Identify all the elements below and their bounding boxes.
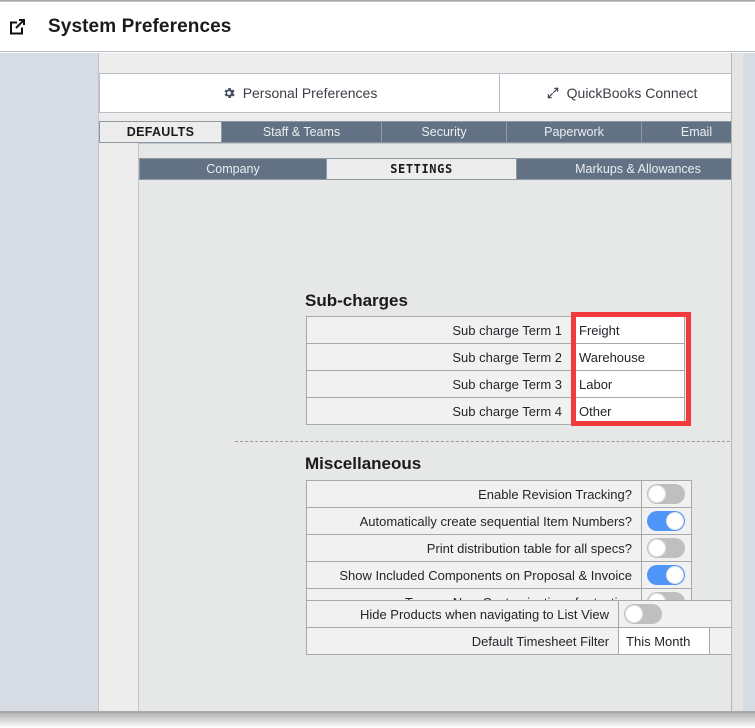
sub-charge-term-2-input[interactable]: Warehouse: [571, 343, 685, 371]
miscellaneous-heading: Miscellaneous: [305, 454, 422, 473]
sequential-item-numbers-toggle[interactable]: [647, 511, 685, 531]
sequential-item-numbers-cell: [641, 507, 692, 535]
subtab-company[interactable]: Company: [139, 158, 326, 180]
gear-icon: [222, 86, 236, 100]
tab-email[interactable]: Email: [641, 121, 743, 143]
tab-security[interactable]: Security: [381, 121, 506, 143]
sub-tab-row: Company SETTINGS Markups & Allowances: [139, 158, 743, 180]
expand-diagonal-icon: [546, 86, 560, 100]
hide-products-toggle[interactable]: [624, 604, 663, 624]
primary-tab-row: DEFAULTS Staff & Teams Security Paperwor…: [99, 121, 743, 143]
default-timesheet-filter-label: Default Timesheet Filter: [305, 627, 620, 655]
personal-preferences-button[interactable]: Personal Preferences: [99, 73, 500, 113]
system-preferences-window: System Preferences Personal Preferences: [0, 0, 755, 728]
sub-charges-heading: Sub-charges: [305, 291, 408, 310]
toggle-knob: [666, 566, 684, 584]
toggle-knob: [625, 605, 644, 623]
show-included-components-toggle[interactable]: [647, 565, 685, 585]
settings-panel: Company SETTINGS Markups & Allowances Su…: [138, 143, 743, 713]
print-distribution-table-label: Print distribution table for all specs?: [306, 534, 642, 562]
table-row: Print distribution table for all specs?: [306, 534, 692, 562]
miscellaneous-table: Enable Revision Tracking? Automatically …: [306, 480, 692, 616]
sequential-item-numbers-label: Automatically create sequential Item Num…: [306, 507, 642, 535]
table-row: Show Included Components on Proposal & I…: [306, 561, 692, 589]
table-row: Enable Revision Tracking?: [306, 480, 692, 508]
subtab-markups-and-allowances[interactable]: Markups & Allowances: [516, 158, 743, 180]
personal-preferences-label: Personal Preferences: [242, 85, 378, 101]
header-bar: System Preferences: [0, 2, 755, 52]
sub-charge-term-1-label: Sub charge Term 1: [306, 316, 572, 344]
tab-paperwork[interactable]: Paperwork: [506, 121, 641, 143]
table-row: Automatically create sequential Item Num…: [306, 507, 692, 535]
tab-defaults-label: DEFAULTS: [126, 125, 195, 139]
table-row: Hide Products when navigating to List Vi…: [305, 600, 743, 628]
quickbooks-connect-label: QuickBooks Connect: [566, 85, 698, 101]
print-distribution-table-toggle[interactable]: [647, 538, 685, 558]
page-title: System Preferences: [48, 15, 232, 37]
table-row: Sub charge Term 2 Warehouse: [306, 343, 685, 371]
default-timesheet-filter-value[interactable]: This Month: [618, 627, 710, 655]
tab-paperwork-label: Paperwork: [544, 125, 604, 139]
body-area: Personal Preferences QuickBooks Connect …: [0, 53, 755, 713]
enable-revision-tracking-toggle[interactable]: [647, 484, 685, 504]
sub-charge-term-3-input[interactable]: Labor: [571, 370, 685, 398]
show-included-components-cell: [641, 561, 692, 589]
subtab-settings-label: SETTINGS: [390, 162, 453, 176]
table-row: Sub charge Term 3 Labor: [306, 370, 685, 398]
print-distribution-table-cell: [641, 534, 692, 562]
tab-defaults[interactable]: DEFAULTS: [99, 121, 221, 143]
enable-revision-tracking-cell: [641, 480, 692, 508]
right-scroll-edge[interactable]: [731, 53, 743, 713]
sub-charge-term-4-label: Sub charge Term 4: [306, 397, 572, 425]
tab-security-label: Security: [421, 125, 467, 139]
sub-charge-term-1-input[interactable]: Freight: [571, 316, 685, 344]
subtab-company-label: Company: [206, 162, 260, 176]
content-pane: Personal Preferences QuickBooks Connect …: [98, 53, 743, 713]
table-row: Sub charge Term 1 Freight: [306, 316, 685, 344]
external-link-icon[interactable]: [6, 16, 28, 38]
hide-products-cell: [618, 600, 743, 628]
subtab-markups-and-allowances-label: Markups & Allowances: [575, 162, 701, 176]
toggle-knob: [648, 485, 666, 503]
show-included-components-label: Show Included Components on Proposal & I…: [306, 561, 642, 589]
toggle-knob: [648, 539, 666, 557]
tab-staff-and-teams[interactable]: Staff & Teams: [221, 121, 381, 143]
table-row: Sub charge Term 4 Other: [306, 397, 685, 425]
top-action-buttons: Personal Preferences QuickBooks Connect: [99, 73, 743, 113]
hide-products-label: Hide Products when navigating to List Vi…: [305, 600, 620, 628]
sub-charge-term-3-label: Sub charge Term 3: [306, 370, 572, 398]
enable-revision-tracking-label: Enable Revision Tracking?: [306, 480, 642, 508]
bottom-settings-table: Hide Products when navigating to List Vi…: [305, 600, 743, 655]
sub-charges-table: Sub charge Term 1 Freight Sub charge Ter…: [306, 316, 685, 425]
tab-staff-and-teams-label: Staff & Teams: [262, 125, 341, 139]
subtab-settings[interactable]: SETTINGS: [326, 158, 516, 180]
tab-email-label: Email: [680, 125, 713, 139]
sub-charge-term-2-label: Sub charge Term 2: [306, 343, 572, 371]
sub-charge-term-4-input[interactable]: Other: [571, 397, 685, 425]
toggle-knob: [666, 512, 684, 530]
window-drop-shadow: [0, 713, 755, 728]
quickbooks-connect-button[interactable]: QuickBooks Connect: [499, 73, 743, 113]
section-divider: [235, 441, 743, 442]
table-row: Default Timesheet Filter This Month: [305, 627, 743, 655]
